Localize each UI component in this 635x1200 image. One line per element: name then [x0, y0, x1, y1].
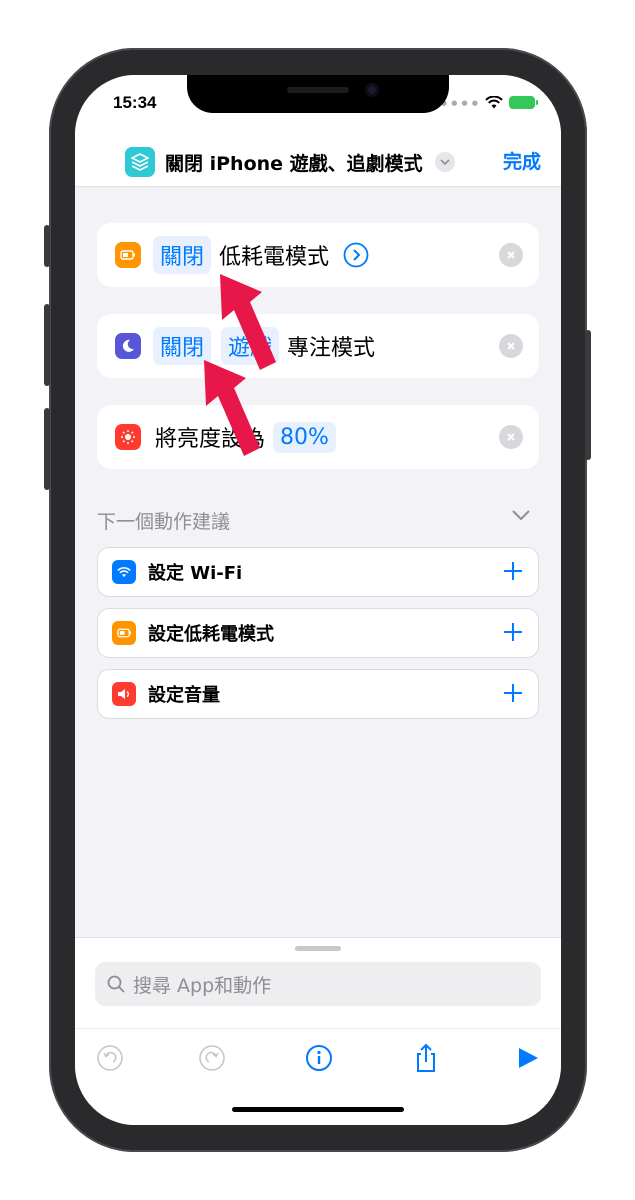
play-icon[interactable] [513, 1043, 543, 1073]
notch [187, 75, 449, 113]
status-time: 15:34 [113, 93, 157, 112]
info-icon[interactable] [304, 1043, 334, 1073]
signal-dots-icon: ● ● ● ● [440, 98, 479, 107]
toggle-token[interactable]: 關閉 [153, 236, 212, 274]
suggestions-title: 下一個動作建議 [97, 511, 231, 533]
suggestion-label: 設定音量 [148, 685, 220, 706]
screen: 15:34 ● ● ● ● 關閉 iPhone 遊戲、追劇模式 完成 關閉 低耗… [75, 75, 561, 1125]
wifi-icon [112, 560, 136, 584]
search-icon [107, 975, 125, 993]
action-focus-mode[interactable]: 關閉 遊戲 專注模式 [97, 314, 539, 378]
shortcut-title: 關閉 iPhone 遊戲、追劇模式 [165, 152, 423, 175]
action-text: 低耗電模式 [219, 245, 330, 270]
undo-icon[interactable] [95, 1043, 125, 1073]
chevron-right-circle-icon[interactable] [343, 242, 369, 268]
brightness-value-token[interactable]: 80% [273, 421, 336, 453]
add-icon[interactable] [500, 558, 526, 584]
sheet-grabber[interactable] [295, 946, 341, 951]
front-camera [365, 83, 379, 97]
chevron-down-icon[interactable] [511, 509, 531, 521]
suggestion-volume[interactable]: 設定音量 [97, 669, 539, 719]
suggestion-label: 設定低耗電模式 [148, 624, 274, 645]
speaker-icon [112, 682, 136, 706]
share-icon[interactable] [411, 1043, 441, 1073]
power-button [585, 330, 591, 460]
action-brightness[interactable]: 將亮度設為 80% [97, 405, 539, 469]
moon-icon [115, 333, 141, 359]
battery-status-icon [509, 96, 538, 109]
shortcut-title-row[interactable]: 關閉 iPhone 遊戲、追劇模式 [125, 147, 455, 177]
suggestion-low-power[interactable]: 設定低耗電模式 [97, 608, 539, 658]
chevron-down-icon[interactable] [434, 152, 455, 172]
battery-icon [115, 242, 141, 268]
add-icon[interactable] [500, 680, 526, 706]
remove-action-button[interactable] [499, 243, 523, 267]
done-button[interactable]: 完成 [503, 147, 541, 174]
remove-action-button[interactable] [499, 334, 523, 358]
suggestion-label: 設定 Wi-Fi [148, 563, 243, 584]
silent-switch [44, 225, 50, 267]
volume-down-button [44, 408, 50, 490]
editor-toolbar [75, 1028, 561, 1084]
search-placeholder: 搜尋 App和動作 [133, 974, 272, 997]
home-indicator [232, 1107, 404, 1112]
action-low-power[interactable]: 關閉 低耗電模式 [97, 223, 539, 287]
annotation-arrow-lower [204, 360, 260, 456]
bottom-sheet: 搜尋 App和動作 [75, 937, 561, 1125]
battery-icon [112, 621, 136, 645]
sun-icon [115, 424, 141, 450]
status-icons: ● ● ● ● [440, 96, 538, 109]
action-text: 專注模式 [287, 336, 376, 361]
wifi-status-icon [485, 96, 503, 109]
search-field[interactable]: 搜尋 App和動作 [95, 962, 541, 1006]
shortcuts-icon [125, 147, 155, 177]
add-icon[interactable] [500, 619, 526, 645]
remove-action-button[interactable] [499, 425, 523, 449]
redo-icon[interactable] [197, 1043, 227, 1073]
suggestion-wifi[interactable]: 設定 Wi-Fi [97, 547, 539, 597]
volume-up-button [44, 304, 50, 386]
earpiece [287, 87, 349, 93]
